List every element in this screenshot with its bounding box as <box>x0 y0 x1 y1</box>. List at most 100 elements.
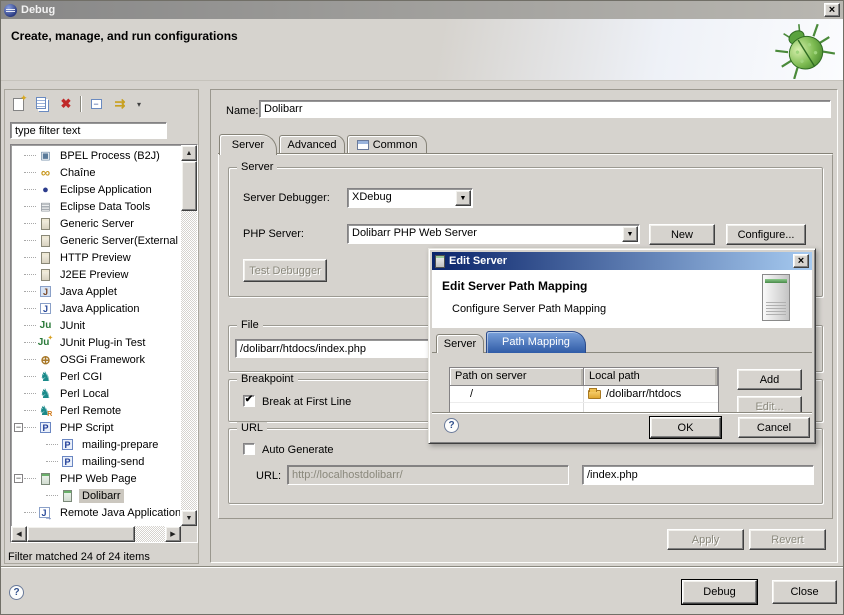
tree-item-perl-local[interactable]: Perl Local <box>12 385 180 402</box>
configure-server-button[interactable]: Configure... <box>726 224 806 245</box>
tree-item-junit-plug-in-test[interactable]: JUnit Plug-in Test <box>12 334 180 351</box>
chevron-down-icon[interactable]: ▼ <box>622 226 638 242</box>
collapse-toggle-icon[interactable]: − <box>14 474 23 483</box>
dialog-tab-path-mapping[interactable]: Path Mapping <box>486 331 586 353</box>
column-path-on-server[interactable]: Path on server <box>450 368 584 386</box>
dialog-tab-server[interactable]: Server <box>436 334 484 353</box>
server-group-title: Server <box>237 161 277 173</box>
tree-item-osgi-framework[interactable]: OSGi Framework <box>12 351 180 368</box>
help-icon[interactable]: ? <box>9 585 24 600</box>
menu-caret-icon[interactable]: ▾ <box>134 95 144 113</box>
tree-item-cha-ne[interactable]: Chaîne <box>12 164 180 181</box>
tree-item-generic-server-external-la[interactable]: Generic Server(External La <box>12 232 180 249</box>
tree-item-dolibarr[interactable]: Dolibarr <box>12 487 180 504</box>
url-group-title: URL <box>237 422 267 434</box>
new-configuration-icon[interactable] <box>8 95 28 113</box>
window-title: Debug <box>21 4 55 16</box>
tree-item-label: Dolibarr <box>79 489 124 503</box>
scroll-down-icon[interactable]: ▼ <box>181 510 197 526</box>
tree-vertical-scrollbar[interactable]: ▲ ▼ <box>181 145 197 526</box>
tree-item-label: Perl Remote <box>57 404 124 418</box>
break-first-line-checkbox[interactable] <box>243 395 255 407</box>
collapse-all-icon[interactable]: − <box>86 95 106 113</box>
tree-item-label: Perl CGI <box>57 370 105 384</box>
apply-button[interactable]: Apply <box>667 529 744 550</box>
window-close-icon[interactable]: × <box>824 3 840 17</box>
ok-button[interactable]: OK <box>650 417 721 438</box>
close-button[interactable]: Close <box>772 580 837 604</box>
name-label: Name: <box>226 105 258 117</box>
local-path-cell: /dolibarr/htdocs <box>584 388 718 400</box>
filter-icon[interactable]: ⇉ <box>110 95 130 113</box>
revert-button[interactable]: Revert <box>749 529 826 550</box>
scroll-right-icon[interactable]: ▶ <box>165 526 181 542</box>
tree-item-remote-java-application[interactable]: JRemote Java Application <box>12 504 180 521</box>
chain-icon <box>38 166 53 180</box>
horizontal-scroll-thumb[interactable] <box>27 526 135 542</box>
vertical-scroll-thumb[interactable] <box>181 161 197 211</box>
break-first-line-label: Break at First Line <box>262 396 351 408</box>
php-script-icon: P <box>38 421 53 435</box>
dialog-banner: Create, manage, and run configurations <box>1 19 843 81</box>
auto-generate-checkbox[interactable] <box>243 443 255 455</box>
edit-server-header: Edit Server Path Mapping Configure Serve… <box>432 270 812 328</box>
delete-icon[interactable]: ✖ <box>56 95 76 113</box>
tree-item-mailing-prepare[interactable]: Pmailing-prepare <box>12 436 180 453</box>
tree-item-eclipse-application[interactable]: Eclipse Application <box>12 181 180 198</box>
cancel-button[interactable]: Cancel <box>738 417 810 438</box>
server-icon <box>38 217 53 231</box>
tree-item-junit[interactable]: JUnit <box>12 317 180 334</box>
add-mapping-button[interactable]: Add <box>737 369 802 390</box>
name-input[interactable] <box>259 100 831 118</box>
bpel-process-icon <box>38 149 53 163</box>
tab-server[interactable]: Server <box>219 134 277 155</box>
tab-advanced[interactable]: Advanced <box>279 135 345 154</box>
php-file-icon: P <box>60 455 75 469</box>
filter-input[interactable] <box>10 122 167 139</box>
debug-button[interactable]: Debug <box>682 580 757 604</box>
server-debugger-select[interactable]: XDebug ▼ <box>347 188 473 208</box>
tree-item-http-preview[interactable]: HTTP Preview <box>12 249 180 266</box>
test-debugger-button[interactable]: Test Debugger <box>243 259 327 282</box>
tree-item-generic-server[interactable]: Generic Server <box>12 215 180 232</box>
edit-server-title: Edit Server <box>449 255 507 267</box>
php-server-select[interactable]: Dolibarr PHP Web Server ▼ <box>347 224 640 244</box>
path-mapping-row[interactable]: //dolibarr/htdocs <box>450 386 718 403</box>
breakpoint-group-title: Breakpoint <box>237 373 298 385</box>
duplicate-icon[interactable] <box>32 95 52 113</box>
osgi-icon <box>38 353 53 367</box>
tree-item-perl-remote[interactable]: Perl Remote <box>12 402 180 419</box>
dialog-help-icon[interactable]: ? <box>444 418 459 433</box>
tree-item-mailing-send[interactable]: Pmailing-send <box>12 453 180 470</box>
tree-item-java-application[interactable]: JJava Application <box>12 300 180 317</box>
tree-item-eclipse-data-tools[interactable]: Eclipse Data Tools <box>12 198 180 215</box>
tree-item-php-script[interactable]: −PPHP Script <box>12 419 180 436</box>
tree-item-java-applet[interactable]: JJava Applet <box>12 283 180 300</box>
url-path-input[interactable] <box>582 465 814 485</box>
tab-common[interactable]: Common <box>347 135 427 154</box>
tree-item-label: Generic Server <box>57 217 137 231</box>
scroll-left-icon[interactable]: ◀ <box>11 526 27 542</box>
dialog-heading: Edit Server Path Mapping <box>442 279 587 293</box>
folder-icon <box>588 390 601 399</box>
server-icon <box>38 251 53 265</box>
table-icon <box>357 140 369 150</box>
tree-horizontal-scrollbar[interactable]: ◀ ▶ <box>11 526 181 542</box>
tree-item-bpel-process-b2j[interactable]: BPEL Process (B2J) <box>12 147 180 164</box>
dialog-close-icon[interactable]: × <box>793 254 809 268</box>
collapse-toggle-icon[interactable]: − <box>14 423 23 432</box>
url-label: URL: <box>256 470 281 482</box>
tree-item-label: mailing-prepare <box>79 438 161 452</box>
tree-item-j2ee-preview[interactable]: J2EE Preview <box>12 266 180 283</box>
tree-item-label: Java Application <box>57 302 143 316</box>
server-icon <box>435 255 445 268</box>
tree-item-label: Generic Server(External La <box>57 234 180 248</box>
new-server-button[interactable]: New <box>649 224 715 245</box>
php-server-label: PHP Server: <box>243 228 304 240</box>
tree-item-perl-cgi[interactable]: Perl CGI <box>12 368 180 385</box>
tree-item-php-web-page[interactable]: −PHP Web Page <box>12 470 180 487</box>
chevron-down-icon[interactable]: ▼ <box>455 190 471 206</box>
banner-heading: Create, manage, and run configurations <box>11 29 238 43</box>
column-local-path[interactable]: Local path <box>584 368 718 386</box>
scroll-up-icon[interactable]: ▲ <box>181 145 197 161</box>
